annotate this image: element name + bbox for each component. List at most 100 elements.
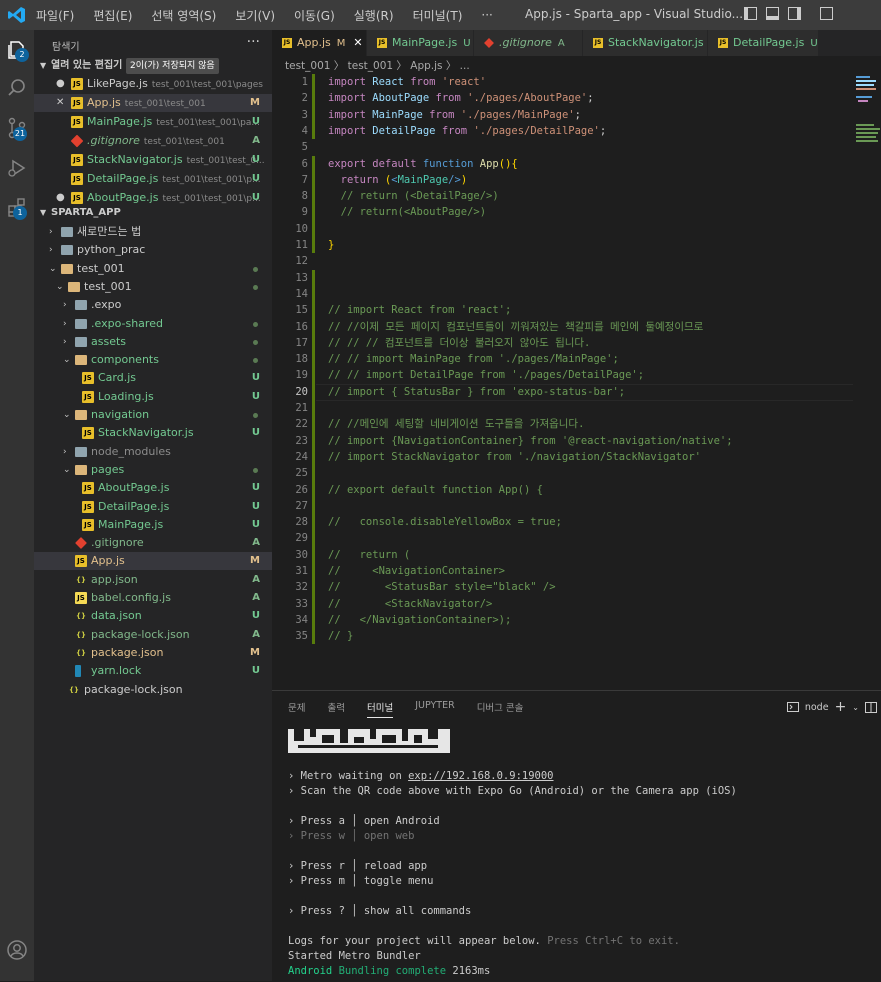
line-number: 5 <box>301 141 308 154</box>
chevron-icon[interactable]: › <box>63 333 67 351</box>
menu-run[interactable]: 실행(R) <box>354 7 394 24</box>
chevron-icon[interactable]: › <box>63 315 67 333</box>
tab-problems[interactable]: 문제 <box>288 700 305 718</box>
terminal-text: Started Metro Bundler <box>288 950 421 962</box>
chevron-icon[interactable]: ⌄ <box>56 278 64 296</box>
close-tab-icon[interactable]: ✕ <box>353 36 362 49</box>
tree-folder[interactable]: › node_modules <box>34 443 272 461</box>
tab-appjs[interactable]: JS App.js M ✕ <box>272 30 367 56</box>
run-debug-icon[interactable] <box>5 156 29 180</box>
code-line: // import StackNavigator from './navigat… <box>328 450 701 463</box>
file-name: MainPage.js <box>87 115 153 128</box>
tab-debug-console[interactable]: 디버그 콘솔 <box>477 700 524 718</box>
code-line: return (<MainPage/>) <box>340 173 468 186</box>
tree-file[interactable]: JS Loading.js U <box>34 388 272 406</box>
menu-go[interactable]: 이동(G) <box>294 7 335 24</box>
tab-terminal[interactable]: 터미널 <box>366 700 394 718</box>
tree-file[interactable]: JS MainPage.js U <box>34 516 272 534</box>
open-editor-item[interactable]: ✕ JS App.js test_001\test_001 M <box>34 94 272 112</box>
tree-folder[interactable]: ⌄ test_001 <box>34 278 272 296</box>
tab-output[interactable]: 출력 <box>327 700 344 718</box>
menu-selection[interactable]: 선택 영역(S) <box>151 7 216 24</box>
tree-file[interactable]: JS AboutPage.js U <box>34 479 272 497</box>
tree-folder[interactable]: ⌄ pages <box>34 461 272 479</box>
tree-folder[interactable]: › .expo <box>34 296 272 314</box>
menu-file[interactable]: 파일(F) <box>36 7 74 24</box>
chevron-icon[interactable]: ⌄ <box>63 351 71 369</box>
tree-file[interactable]: JS DetailPage.js U <box>34 498 272 516</box>
open-editor-item[interactable]: ● JS LikePage.js test_001\test_001\pages <box>34 75 272 93</box>
code-line: // import { StatusBar } from 'expo-statu… <box>328 385 626 398</box>
code-editor[interactable]: 1 import React from 'react' 2 import AboutP… <box>272 72 881 688</box>
terminal-name[interactable]: node <box>805 702 829 713</box>
menu-view[interactable]: 보기(V) <box>235 7 275 24</box>
tree-file[interactable]: JS StackNavigator.js U <box>34 424 272 442</box>
new-terminal-icon[interactable]: + <box>835 699 847 715</box>
tree-file[interactable]: {} package-lock.json <box>34 681 272 699</box>
tab-mainpagejs[interactable]: JS MainPage.js U <box>367 30 474 56</box>
tab-label: StackNavigator.jsU <box>608 30 717 57</box>
open-editors-label: 열려 있는 편집기 <box>51 60 123 71</box>
chevron-icon[interactable]: ⌄ <box>63 461 71 479</box>
chevron-icon[interactable]: › <box>63 443 67 461</box>
tree-folder[interactable]: › assets <box>34 333 272 351</box>
tab-name: MainPage.js <box>392 36 458 49</box>
tree-file[interactable]: yarn.lock U <box>34 662 272 680</box>
tab-jupyter[interactable]: JUPYTER <box>415 700 454 718</box>
minimap[interactable] <box>856 74 881 154</box>
chevron-down-icon: ▼ <box>40 61 47 70</box>
tree-file[interactable]: JS App.js M <box>34 552 272 571</box>
tree-file[interactable]: {} package-lock.json A <box>34 626 272 644</box>
tree-file[interactable]: {} data.json U <box>34 607 272 625</box>
tree-file[interactable]: {} package.json M <box>34 644 272 662</box>
terminal-dropdown-icon[interactable]: ⌄ <box>852 703 859 712</box>
terminal-line: › Scan the QR code above with Expo Go (A… <box>288 784 737 799</box>
tree-file[interactable]: {} app.json A <box>34 571 272 589</box>
tree-folder[interactable]: ⌄ components <box>34 351 272 369</box>
account-icon[interactable] <box>5 938 29 962</box>
tab-detailpagejs[interactable]: JS DetailPage.js U <box>708 30 819 56</box>
open-editors-header[interactable]: ▼ 열려 있는 편집기 2이(가) 저장되지 않음 <box>34 57 272 75</box>
tab-stacknavigatorjs[interactable]: JS StackNavigator.jsU <box>583 30 717 56</box>
tab-gitignore[interactable]: .gitignore A <box>474 30 583 56</box>
toggle-sidebar-icon[interactable] <box>744 7 757 20</box>
split-terminal-icon[interactable] <box>865 701 877 713</box>
chevron-icon[interactable]: ⌄ <box>63 406 71 424</box>
open-editor-item[interactable]: JS DetailPage.js test_001\test_001\p... U <box>34 170 272 188</box>
project-header[interactable]: ▼ SPARTA_APP <box>34 204 272 222</box>
menu-terminal[interactable]: 터미널(T) <box>413 7 463 24</box>
chevron-icon[interactable]: › <box>49 241 53 259</box>
toggle-panel-icon[interactable] <box>766 7 779 20</box>
toggle-secondary-sidebar-icon[interactable] <box>788 7 801 20</box>
open-editor-item[interactable]: JS MainPage.js test_001\test_001\pa... U <box>34 113 272 131</box>
search-icon[interactable] <box>5 76 29 100</box>
tree-folder[interactable]: ⌄ navigation <box>34 406 272 424</box>
breadcrumb[interactable]: test_001 〉 test_001 〉 App.js 〉 ... <box>285 58 470 73</box>
file-path: test_001\test_001\p... <box>162 194 261 204</box>
open-editor-item[interactable]: .gitignore test_001\test_001 A <box>34 132 272 150</box>
tree-file[interactable]: JS Card.js U <box>34 369 272 387</box>
tree-file[interactable]: JS babel.config.js A <box>34 589 272 607</box>
menu-edit[interactable]: 편집(E) <box>93 7 132 24</box>
modified-dot-icon <box>253 358 258 364</box>
customize-layout-icon[interactable] <box>820 7 833 20</box>
sidebar-more-icon[interactable]: ··· <box>247 34 260 50</box>
close-icon[interactable]: ✕ <box>56 94 64 112</box>
tree-folder[interactable]: › .expo-shared <box>34 315 272 333</box>
open-editor-name: StackNavigator.js test_001\test_0... <box>87 151 265 170</box>
tree-file[interactable]: .gitignore A <box>34 534 272 552</box>
chevron-icon[interactable]: › <box>49 223 53 241</box>
file-icon: {} <box>69 685 79 694</box>
unsaved-dot-icon[interactable]: ● <box>56 75 65 93</box>
chevron-icon[interactable]: ⌄ <box>49 260 57 278</box>
chevron-icon[interactable]: › <box>63 296 67 314</box>
tree-folder[interactable]: › 새로만드는 법 <box>34 223 272 241</box>
menu-more[interactable]: ··· <box>481 8 492 22</box>
tree-folder[interactable]: ⌄ test_001 <box>34 260 272 278</box>
line-number: 26 <box>295 483 308 496</box>
open-editor-name: MainPage.js test_001\test_001\pa... <box>87 113 260 132</box>
tree-folder[interactable]: › python_prac <box>34 241 272 259</box>
open-editor-item[interactable]: JS StackNavigator.js test_001\test_0... U <box>34 151 272 169</box>
line-number: 14 <box>295 287 308 300</box>
git-status: U <box>251 390 260 402</box>
